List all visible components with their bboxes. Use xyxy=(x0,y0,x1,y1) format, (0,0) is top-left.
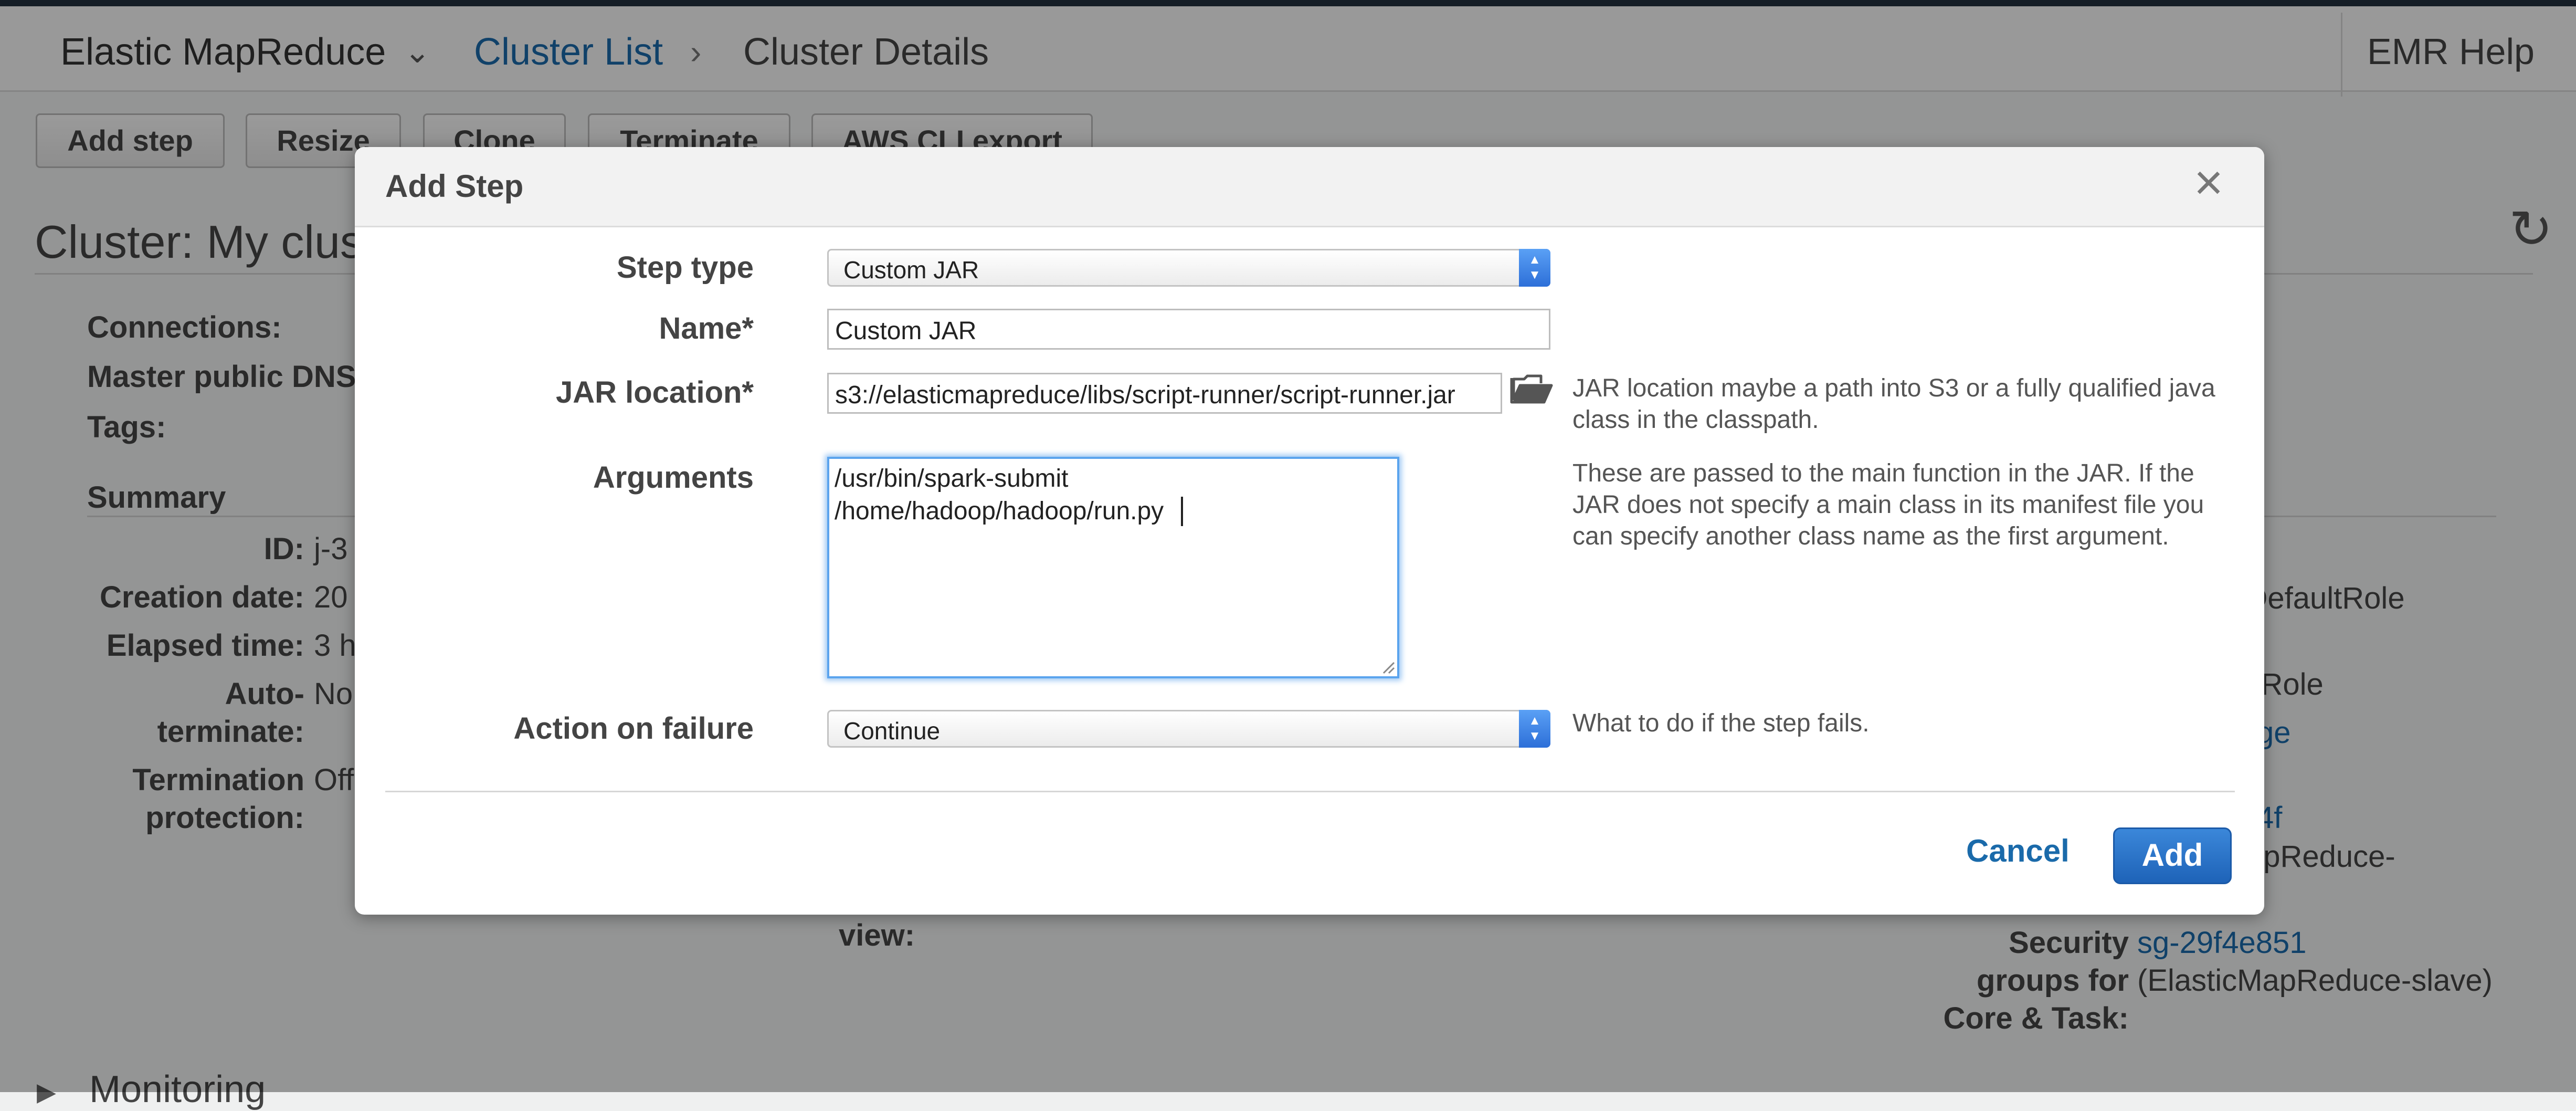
name-input[interactable]: Custom JAR xyxy=(827,309,1550,350)
dialog-header: Add Step × xyxy=(355,147,2264,227)
jar-location-label: JAR location* xyxy=(555,375,754,410)
step-type-value: Custom JAR xyxy=(843,256,979,284)
cancel-button[interactable]: Cancel xyxy=(1966,833,2070,869)
arguments-textarea[interactable]: /usr/bin/spark-submit /home/hadoop/hadoo… xyxy=(827,457,1399,678)
action-on-failure-label: Action on failure xyxy=(513,711,754,746)
resize-grip-icon[interactable] xyxy=(1380,659,1395,674)
arguments-label: Arguments xyxy=(593,460,754,495)
step-type-label: Step type xyxy=(616,250,754,285)
step-type-select[interactable]: Custom JAR ▲ ▼ xyxy=(827,249,1550,287)
add-step-dialog: Add Step × Step type Custom JAR ▲ ▼ Name*… xyxy=(355,147,2264,915)
dialog-divider xyxy=(385,791,2235,792)
action-on-failure-select[interactable]: Continue ▲ ▼ xyxy=(827,710,1550,748)
folder-open-icon[interactable] xyxy=(1509,372,1554,408)
add-button[interactable]: Add xyxy=(2113,827,2232,884)
jar-help-line-2: class in the classpath. xyxy=(1572,406,1819,434)
arguments-help-line-3: can specify another class name as the fi… xyxy=(1572,522,2169,550)
text-caret xyxy=(1181,497,1183,526)
close-icon[interactable]: × xyxy=(2194,158,2223,208)
arguments-line-1: /usr/bin/spark-submit xyxy=(835,465,1069,492)
action-on-failure-help: What to do if the step fails. xyxy=(1572,709,1870,737)
jar-location-value: s3://elasticmapreduce/libs/script-runner… xyxy=(835,381,1455,409)
dialog-title: Add Step xyxy=(385,169,524,204)
name-label: Name* xyxy=(659,311,754,345)
jar-location-input[interactable]: s3://elasticmapreduce/libs/script-runner… xyxy=(827,373,1502,414)
arguments-line-2: /home/hadoop/hadoop/run.py xyxy=(835,497,1164,525)
select-arrows-icon: ▲ ▼ xyxy=(1519,249,1550,287)
arguments-help-line-1: These are passed to the main function in… xyxy=(1572,459,2194,487)
arguments-help-line-2: JAR does not specify a main class in its… xyxy=(1572,491,2204,519)
action-on-failure-value: Continue xyxy=(843,717,941,745)
jar-help-line-1: JAR location maybe a path into S3 or a f… xyxy=(1572,374,2215,402)
name-value: Custom JAR xyxy=(835,317,977,345)
select-arrows-icon: ▲ ▼ xyxy=(1519,710,1550,748)
